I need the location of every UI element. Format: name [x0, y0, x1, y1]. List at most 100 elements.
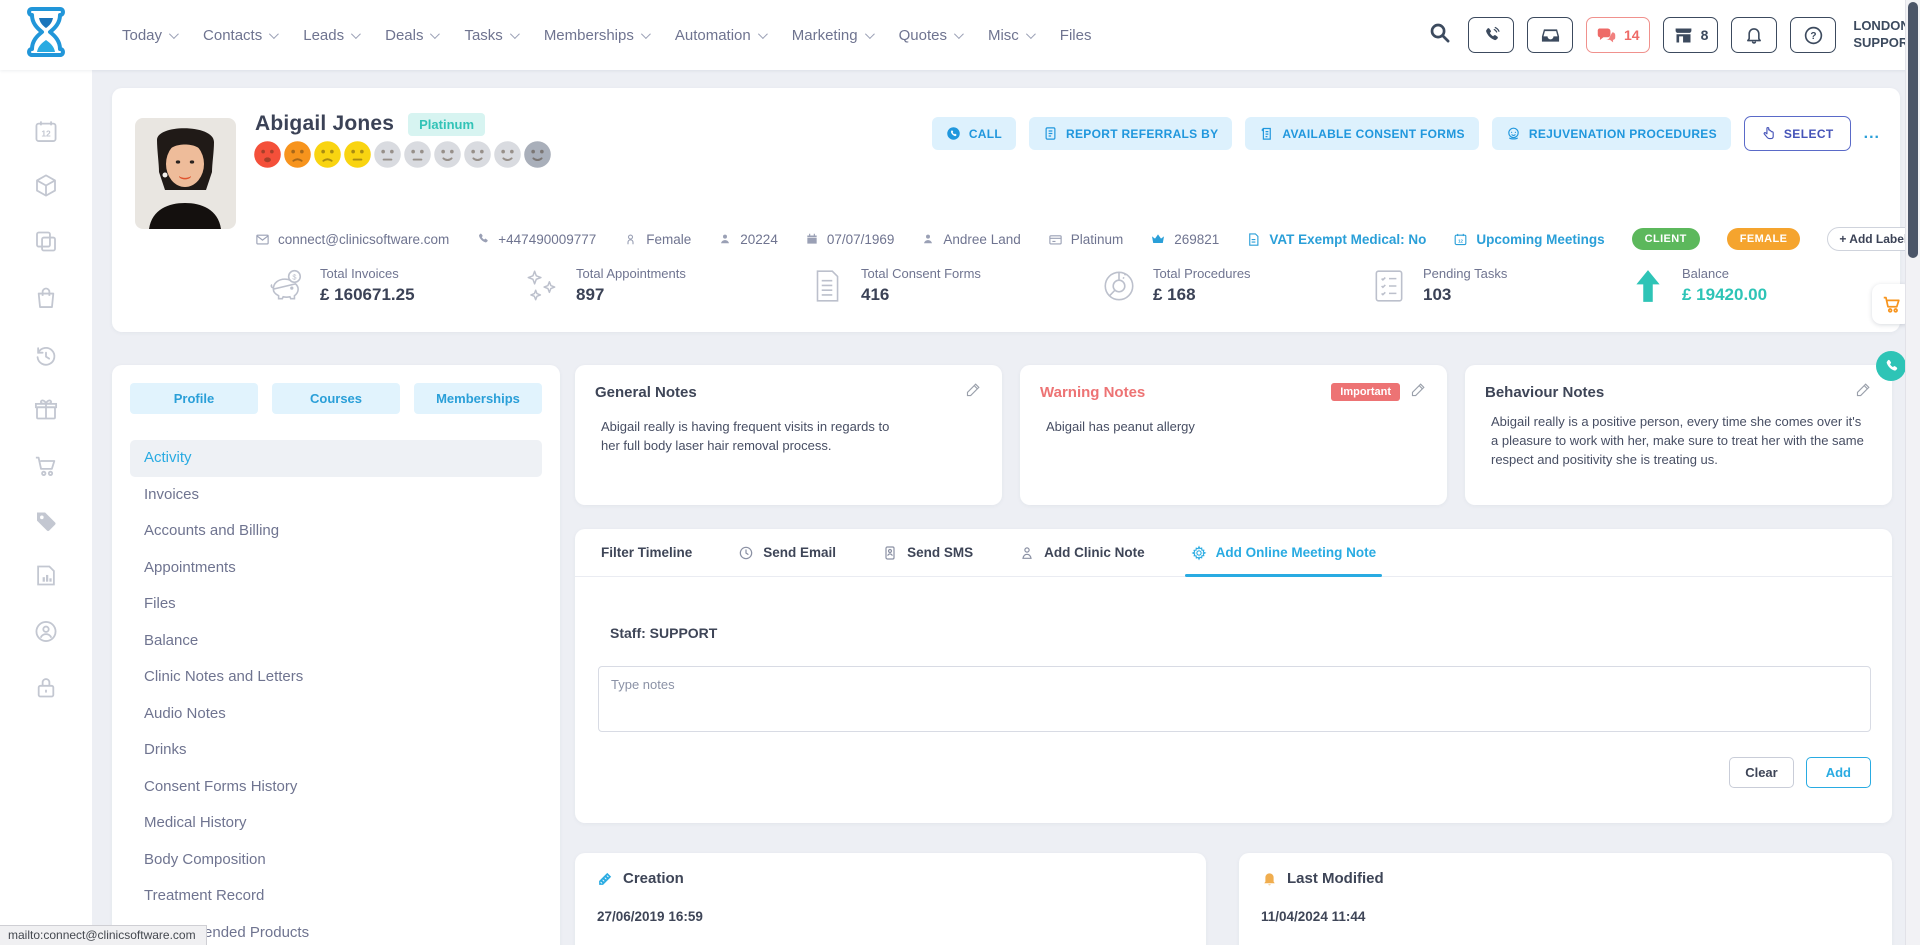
tab-add-online-meeting-note[interactable]: Add Online Meeting Note	[1191, 529, 1377, 576]
general-notes-card: General Notes Abigail really is having f…	[575, 365, 1002, 505]
copy-icon[interactable]	[33, 228, 60, 260]
tab-memberships[interactable]: Memberships	[414, 383, 542, 414]
mood-face[interactable]	[313, 140, 342, 169]
mood-face[interactable]	[283, 140, 312, 169]
edit-pencil-icon[interactable]	[965, 381, 982, 403]
store-button[interactable]: 8	[1663, 17, 1719, 53]
add-button[interactable]: Add	[1806, 757, 1871, 788]
patient-photo[interactable]	[135, 118, 236, 229]
crown-icon	[1150, 231, 1166, 247]
phone-icon	[1482, 26, 1501, 45]
warning-notes-text: Abigail has peanut allergy	[1040, 418, 1427, 437]
upcoming-meetings-link[interactable]: 12 Upcoming Meetings	[1453, 232, 1604, 247]
form-icon	[1259, 126, 1274, 141]
search-icon[interactable]	[1428, 21, 1451, 49]
notifications-button[interactable]	[1731, 17, 1777, 53]
mood-face[interactable]	[403, 140, 432, 169]
tab-courses[interactable]: Courses	[272, 383, 400, 414]
important-badge: Important	[1331, 383, 1400, 401]
label-client-badge[interactable]: CLIENT	[1632, 228, 1700, 250]
tab-send-email[interactable]: Send Email	[738, 529, 836, 576]
sidebar-item-accounts-and-billing[interactable]: Accounts and Billing	[130, 513, 542, 550]
left-icon-rail: 12	[0, 70, 92, 945]
sidebar-item-clinic-notes-and-letters[interactable]: Clinic Notes and Letters	[130, 659, 542, 696]
scrollbar-thumb[interactable]	[1908, 2, 1918, 258]
nav-automation[interactable]: Automation	[675, 27, 765, 44]
sidebar-item-balance[interactable]: Balance	[130, 623, 542, 660]
account-icon[interactable]	[33, 618, 60, 650]
sidebar-item-body-composition[interactable]: Body Composition	[130, 842, 542, 879]
patient-membership: Platinum	[1048, 232, 1124, 247]
tab-add-clinic-note[interactable]: Add Clinic Note	[1019, 529, 1145, 576]
mood-face[interactable]	[493, 140, 522, 169]
clear-button[interactable]: Clear	[1729, 757, 1794, 788]
chat-messages-button[interactable]: 14	[1586, 17, 1650, 53]
creation-label: Creation	[623, 870, 684, 887]
sidebar-item-treatment-record[interactable]: Treatment Record	[130, 878, 542, 915]
chevron-down-icon	[641, 29, 651, 39]
package-icon[interactable]	[33, 172, 60, 204]
help-button[interactable]: ?	[1790, 17, 1836, 53]
tab-filter-timeline[interactable]: Filter Timeline	[601, 529, 692, 576]
consent-forms-button[interactable]: AVAILABLE CONSENT FORMS	[1245, 117, 1478, 150]
mood-face[interactable]	[253, 140, 282, 169]
mood-face[interactable]	[343, 140, 372, 169]
history-icon[interactable]	[33, 342, 60, 374]
calendar-icon[interactable]: 12	[33, 118, 60, 150]
nav-contacts[interactable]: Contacts	[203, 27, 276, 44]
edit-pencil-icon[interactable]	[1855, 381, 1872, 403]
sidebar-item-medical-history[interactable]: Medical History	[130, 805, 542, 842]
cart-icon[interactable]	[33, 452, 60, 484]
mood-face[interactable]	[523, 140, 552, 169]
shopping-bag-icon[interactable]	[33, 284, 60, 316]
nav-tasks[interactable]: Tasks	[464, 27, 516, 44]
nav-misc[interactable]: Misc	[988, 27, 1033, 44]
sidebar-item-drinks[interactable]: Drinks	[130, 732, 542, 769]
rejuvenation-procedures-button[interactable]: REJUVENATION PROCEDURES	[1492, 117, 1731, 150]
patient-phone[interactable]: +447490009777	[476, 232, 596, 247]
tab-profile[interactable]: Profile	[130, 383, 258, 414]
label-female-badge[interactable]: FEMALE	[1727, 228, 1801, 250]
main-nav: Today Contacts Leads Deals Tasks Members…	[122, 0, 1091, 70]
select-button[interactable]: SELECT	[1744, 116, 1851, 151]
nav-files[interactable]: Files	[1060, 27, 1092, 44]
report-icon[interactable]	[33, 562, 60, 594]
tab-send-sms[interactable]: Send SMS	[882, 529, 973, 576]
nav-marketing[interactable]: Marketing	[792, 27, 872, 44]
nav-leads[interactable]: Leads	[303, 27, 358, 44]
loyalty-points: 269821	[1150, 231, 1219, 247]
more-actions-button[interactable]: ...	[1864, 125, 1880, 143]
lock-icon[interactable]	[33, 674, 60, 706]
nav-deals[interactable]: Deals	[385, 27, 437, 44]
nav-quotes[interactable]: Quotes	[899, 27, 961, 44]
gear-icon	[1191, 545, 1207, 561]
mood-face[interactable]	[373, 140, 402, 169]
nav-memberships[interactable]: Memberships	[544, 27, 648, 44]
general-notes-text: Abigail really is having frequent visits…	[595, 418, 905, 456]
sidebar-item-audio-notes[interactable]: Audio Notes	[130, 696, 542, 733]
page-scrollbar[interactable]	[1905, 0, 1920, 945]
price-tag-icon[interactable]	[33, 508, 60, 540]
sidebar-item-activity[interactable]: Activity	[130, 440, 542, 477]
app-logo-icon[interactable]	[24, 6, 68, 69]
sidebar-item-files[interactable]: Files	[130, 586, 542, 623]
top-bar: Today Contacts Leads Deals Tasks Members…	[0, 0, 1920, 70]
nav-today[interactable]: Today	[122, 27, 176, 44]
phone-call-button[interactable]	[1468, 17, 1514, 53]
call-button[interactable]: CALL	[932, 117, 1016, 150]
sidebar-item-invoices[interactable]: Invoices	[130, 477, 542, 514]
sidebar-item-consent-forms-history[interactable]: Consent Forms History	[130, 769, 542, 806]
whatsapp-button[interactable]	[1876, 351, 1906, 381]
cart-icon	[1881, 293, 1903, 315]
gift-icon[interactable]	[33, 396, 60, 428]
edit-pencil-icon[interactable]	[1410, 381, 1427, 403]
sidebar-item-appointments[interactable]: Appointments	[130, 550, 542, 587]
patient-email[interactable]: connect@clinicsoftware.com	[255, 232, 449, 247]
behaviour-notes-card: Behaviour Notes Abigail really is a posi…	[1465, 365, 1892, 505]
mood-face[interactable]	[433, 140, 462, 169]
notes-input[interactable]	[598, 666, 1871, 732]
vat-exempt-link[interactable]: VAT Exempt Medical: No	[1246, 232, 1426, 247]
report-referrals-button[interactable]: REPORT REFERRALS BY	[1029, 117, 1232, 150]
mood-face[interactable]	[463, 140, 492, 169]
inbox-button[interactable]	[1527, 17, 1573, 53]
